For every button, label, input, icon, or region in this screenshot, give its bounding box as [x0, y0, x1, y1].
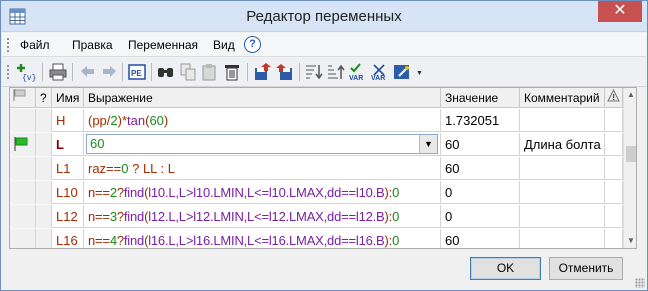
paste-icon[interactable]: [200, 62, 220, 82]
variable-value[interactable]: 60: [441, 229, 520, 248]
copy-icon[interactable]: [178, 62, 198, 82]
scroll-thumb[interactable]: [626, 146, 636, 162]
variable-comment[interactable]: Длина болта: [520, 133, 605, 156]
variable-name[interactable]: L16: [52, 229, 84, 248]
menu-edit[interactable]: Правка: [72, 38, 113, 52]
undo-icon[interactable]: [78, 62, 98, 82]
svg-text:PE: PE: [131, 69, 142, 78]
find-icon[interactable]: [156, 62, 176, 82]
redo-icon[interactable]: [99, 62, 119, 82]
header-comment[interactable]: Комментарий: [520, 88, 605, 108]
table-row[interactable]: L1 raz==0 ? LL : L 60: [10, 157, 623, 180]
svg-text:VAR: VAR: [371, 75, 385, 82]
variable-name[interactable]: L10: [52, 181, 84, 204]
toolbar-overflow-icon[interactable]: ▼: [416, 70, 423, 77]
table-row[interactable]: L 60 ▼ 60 Длина болта: [10, 133, 623, 156]
scroll-down-icon[interactable]: ▼: [624, 236, 636, 245]
variables-table: ? Имя Выражение Значение Комментарий H (…: [9, 87, 637, 249]
table-row[interactable]: L10 n==2?find(l10.L,L>l10.LMIN,L<=l10.LM…: [10, 181, 623, 204]
variable-expression[interactable]: n==4?find(l16.L,L>l16.LMIN,L<=l16.LMAX,d…: [84, 229, 441, 248]
warning-icon: [607, 88, 620, 102]
sort-down-icon[interactable]: [304, 62, 324, 82]
svg-text:{v}: {v}: [22, 74, 36, 82]
header-name[interactable]: Имя: [52, 88, 84, 108]
variable-expression[interactable]: n==3?find(l12.L,L>l12.LMIN,L<=l12.LMAX,d…: [84, 205, 441, 228]
import-icon[interactable]: [253, 62, 273, 82]
flag-header-icon: [13, 89, 26, 101]
export-icon[interactable]: [275, 62, 295, 82]
header-question[interactable]: ?: [36, 88, 52, 108]
variable-value[interactable]: 1.732051: [441, 109, 520, 132]
variable-expression[interactable]: (pp/2)*tan(60): [84, 109, 441, 132]
variable-name[interactable]: H: [52, 109, 84, 132]
sort-up-icon[interactable]: [326, 62, 346, 82]
menu-bar: Файл Правка Переменная Вид ?: [2, 33, 646, 57]
menu-view[interactable]: Вид: [213, 38, 235, 52]
ok-button[interactable]: OK: [470, 257, 541, 280]
variable-comment[interactable]: [520, 205, 605, 228]
properties-icon[interactable]: PE: [127, 62, 147, 82]
title-bar: Редактор переменных ✕: [1, 1, 647, 32]
table-row[interactable]: L16 n==4?find(l16.L,L>l16.LMIN,L<=l16.LM…: [10, 229, 623, 248]
green-flag-icon[interactable]: [13, 136, 29, 152]
header-value[interactable]: Значение: [441, 88, 520, 108]
delete-icon[interactable]: [222, 62, 242, 82]
toolbar: {v} PE VAR VAR ▼: [2, 58, 646, 87]
add-variable-icon[interactable]: {v}: [16, 62, 36, 82]
cancel-button[interactable]: Отменить: [549, 257, 623, 280]
menu-variable[interactable]: Переменная: [128, 38, 198, 52]
variable-value[interactable]: 0: [441, 181, 520, 204]
expression-dropdown-button[interactable]: ▼: [419, 135, 437, 153]
vertical-scrollbar[interactable]: ▲ ▼: [623, 88, 636, 248]
header-warning[interactable]: [605, 88, 623, 108]
check-var-icon[interactable]: VAR: [370, 62, 390, 82]
table-header: ? Имя Выражение Значение Комментарий: [10, 88, 623, 108]
variable-name[interactable]: L12: [52, 205, 84, 228]
menu-grip-icon[interactable]: [6, 37, 10, 53]
variable-comment[interactable]: [520, 181, 605, 204]
menu-file[interactable]: Файл: [20, 38, 50, 52]
variable-value[interactable]: 60: [441, 133, 520, 156]
toolbar-grip-icon[interactable]: [6, 64, 10, 80]
variable-comment[interactable]: [520, 229, 605, 248]
variable-comment[interactable]: [520, 109, 605, 132]
scroll-up-icon[interactable]: ▲: [624, 90, 636, 99]
header-expression[interactable]: Выражение: [84, 88, 441, 108]
variable-editor-window: Редактор переменных ✕ Файл Правка Переме…: [0, 0, 648, 291]
window-title: Редактор переменных: [246, 8, 402, 25]
variable-expression[interactable]: raz==0 ? LL : L: [84, 157, 441, 180]
variable-name[interactable]: L: [52, 133, 84, 156]
variable-expression[interactable]: n==2?find(l10.L,L>l10.LMIN,L<=l10.LMAX,d…: [84, 181, 441, 204]
resize-grip-icon[interactable]: [635, 278, 645, 288]
check-variable-icon[interactable]: VAR: [348, 62, 368, 82]
variable-name[interactable]: L1: [52, 157, 84, 180]
close-button[interactable]: ✕: [598, 1, 642, 22]
table-row[interactable]: L12 n==3?find(l12.L,L>l12.LMIN,L<=l12.LM…: [10, 205, 623, 228]
table-row[interactable]: H (pp/2)*tan(60) 1.732051: [10, 109, 623, 132]
variable-value[interactable]: 0: [441, 205, 520, 228]
svg-text:VAR: VAR: [349, 75, 363, 82]
variable-value[interactable]: 60: [441, 157, 520, 180]
expression-editor-input[interactable]: 60 ▼: [86, 134, 438, 154]
header-flag[interactable]: [10, 88, 36, 108]
help-icon[interactable]: ?: [244, 36, 261, 53]
print-icon[interactable]: [48, 62, 68, 82]
variable-comment[interactable]: [520, 157, 605, 180]
wizard-icon[interactable]: [393, 62, 413, 82]
